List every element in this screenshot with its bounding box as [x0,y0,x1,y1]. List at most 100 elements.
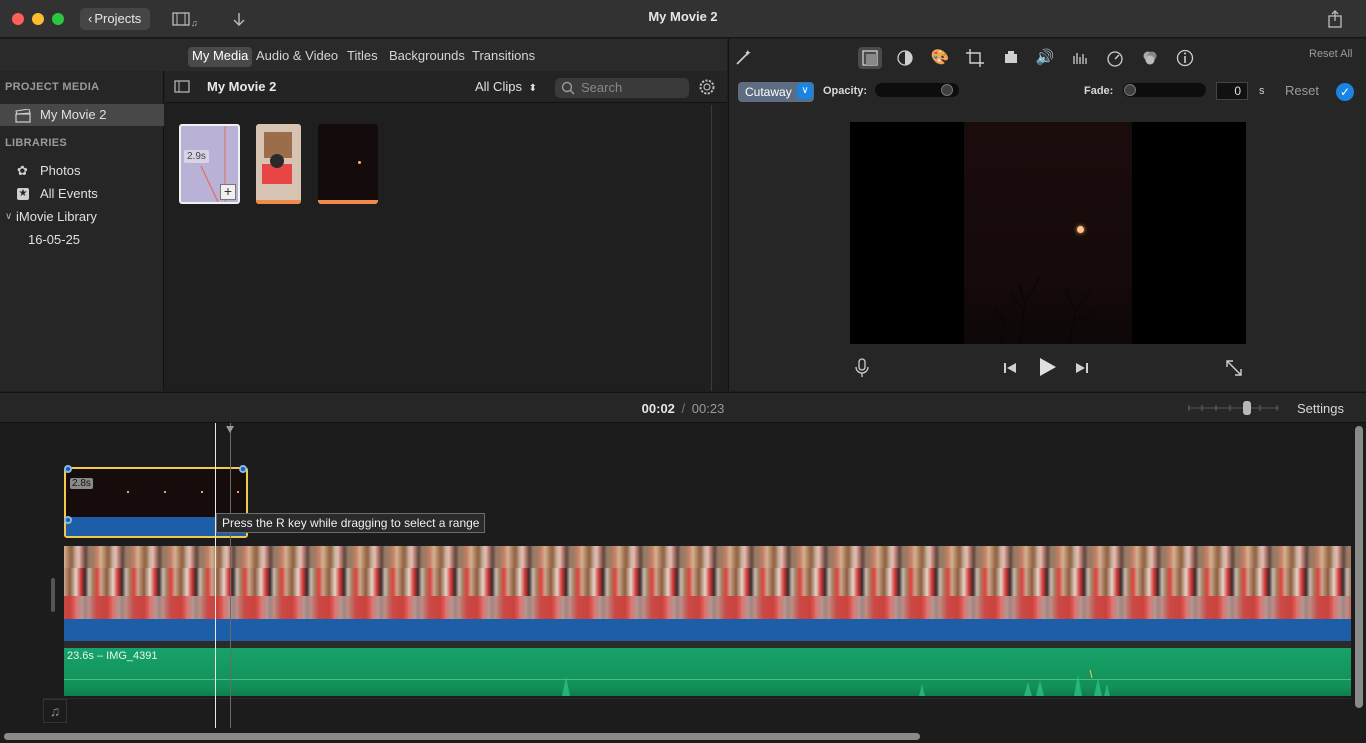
opacity-slider[interactable] [875,83,959,97]
opacity-slider-knob[interactable] [941,84,953,96]
viewer-panel: ✦ 🎨 🔊 Reset All Cutaway ∨ Opacity: Fade:… [728,39,1366,391]
clip-thumbnail-3[interactable] [318,124,378,204]
fade-slider[interactable] [1123,83,1206,97]
sidebar-item-label: My Movie 2 [40,107,107,122]
gear-icon[interactable] [698,78,716,96]
clip-duration-label: 2.9s [184,150,209,163]
chevron-down-icon: ∨ [797,83,813,99]
clip-filter-icon[interactable] [1138,47,1162,69]
timeline-header: 00:02 / 00:23 Settings [0,392,1366,423]
skimmer [230,423,231,728]
reset-button[interactable]: Reset [1285,83,1319,98]
main-video-clip[interactable] [64,546,1351,619]
color-balance-icon[interactable] [893,47,917,69]
trim-handle-start[interactable] [64,465,72,473]
tab-backgrounds[interactable]: Backgrounds [385,47,469,67]
svg-text:✦: ✦ [744,48,752,58]
chevron-updown-icon: ⬍ [528,83,537,94]
overlay-mode-dropdown[interactable]: Cutaway ∨ [738,82,814,102]
sidebar-item-label: All Events [40,186,98,201]
color-palette-icon[interactable]: 🎨 [928,47,952,69]
media-browser: My Movie 2 All Clips ⬍ Search 2.9s + [165,71,727,391]
audio-track[interactable]: 23.6s – IMG_4391 [64,648,1351,696]
sidebar-toggle-icon[interactable] [174,80,190,93]
disclosure-chevron-down-icon[interactable]: ∨ [5,206,12,228]
tab-my-media[interactable]: My Media [188,47,253,67]
fade-duration-input[interactable]: 0 [1216,82,1248,100]
trim-handle-end[interactable] [239,465,247,473]
search-placeholder: Search [581,80,623,95]
fade-slider-knob[interactable] [1124,84,1136,96]
video-overlay-settings-icon[interactable] [858,47,882,69]
sidebar-item-imovie-library[interactable]: ∨ iMovie Library [0,206,164,228]
window-title: My Movie 2 [648,9,718,24]
crop-icon[interactable] [963,47,987,69]
current-time: 00:02 [641,401,675,416]
sidebar-item-label: 16-05-25 [28,232,81,247]
play-icon[interactable] [1037,357,1057,377]
audio-waveform [562,669,1110,696]
search-icon [561,81,575,95]
moon-light [1077,226,1084,233]
timeline: 2.8s 23.6s – IMG_4391 ♫ [0,423,1366,743]
volume-icon[interactable]: 🔊 [1033,47,1057,69]
music-note-icon: ♫ [43,699,67,723]
libraries-header: LIBRARIES [5,137,67,149]
music-well[interactable]: ♫ [43,698,1351,723]
track-gap [64,641,1351,648]
timecode-separator: / [681,401,686,416]
timeline-settings-button[interactable]: Settings [1297,401,1344,416]
audio-fade-handle[interactable] [64,516,72,524]
tree-silhouette [994,276,1101,344]
skip-forward-icon[interactable] [1074,360,1090,376]
fade-unit-label: s [1259,85,1265,97]
share-icon[interactable] [1326,9,1344,29]
track-resize-handle[interactable] [51,578,55,612]
browser-divider [711,105,712,391]
fade-label: Fade: [1084,85,1114,97]
sidebar-item-label: Photos [40,163,81,178]
add-to-timeline-button[interactable]: + [220,184,236,200]
stabilize-icon[interactable] [999,47,1023,69]
overlay-mode-value: Cutaway [745,85,792,99]
speed-icon[interactable] [1103,47,1127,69]
reset-all-button[interactable]: Reset All [1309,48,1352,60]
browser-title: My Movie 2 [207,79,277,94]
microphone-icon[interactable] [855,358,869,378]
skimmer-head [226,426,234,433]
magic-wand-icon[interactable]: ✦ [731,47,755,69]
tab-audio-video[interactable]: Audio & Video [252,47,342,67]
fullscreen-icon[interactable] [1225,359,1243,377]
timeline-zoom-slider[interactable] [1188,401,1279,415]
main-clip-audio-band [64,619,1351,641]
audio-clip-label: 23.6s – IMG_4391 [67,650,158,662]
browser-toolbar: My Movie 2 All Clips ⬍ Search [165,71,727,103]
clip-filter-dropdown[interactable]: All Clips ⬍ [475,79,537,94]
project-media-header: PROJECT MEDIA [5,81,100,93]
apply-checkmark-icon[interactable]: ✓ [1336,83,1354,101]
horizontal-scrollbar[interactable] [4,733,920,740]
sidebar-item-all-events[interactable]: ★ All Events [0,183,164,205]
tooltip: Press the R key while dragging to select… [216,513,486,533]
title-bar: ‹ Projects ♫ My Movie 2 [0,0,1366,38]
search-input[interactable]: Search [555,78,689,98]
sidebar-item-photos[interactable]: ✿ Photos [0,160,164,182]
sidebar-item-my-movie-2[interactable]: My Movie 2 [0,104,164,126]
clip-thumbnail-1[interactable]: 2.9s + [179,124,240,204]
tab-transitions[interactable]: Transitions [468,47,539,67]
tab-titles[interactable]: Titles [343,47,382,67]
library-sidebar: PROJECT MEDIA My Movie 2 LIBRARIES ✿ Pho… [0,71,164,391]
timecode-display: 00:02 / 00:23 [0,401,1366,416]
sidebar-item-event-16-05-25[interactable]: 16-05-25 [0,229,164,251]
media-tabs-bar: My Media Audio & Video Titles Background… [0,39,727,71]
clip-thumbnail-2[interactable] [256,124,301,204]
info-icon[interactable] [1173,47,1197,69]
equalizer-icon[interactable] [1068,47,1092,69]
clapperboard-icon [15,108,31,123]
playhead[interactable] [215,423,216,728]
vertical-scrollbar[interactable] [1355,426,1363,708]
skip-back-icon[interactable] [1002,360,1018,376]
total-time: 00:23 [691,401,725,416]
cutaway-clip-duration: 2.8s [70,478,93,489]
opacity-label: Opacity: [823,85,868,97]
